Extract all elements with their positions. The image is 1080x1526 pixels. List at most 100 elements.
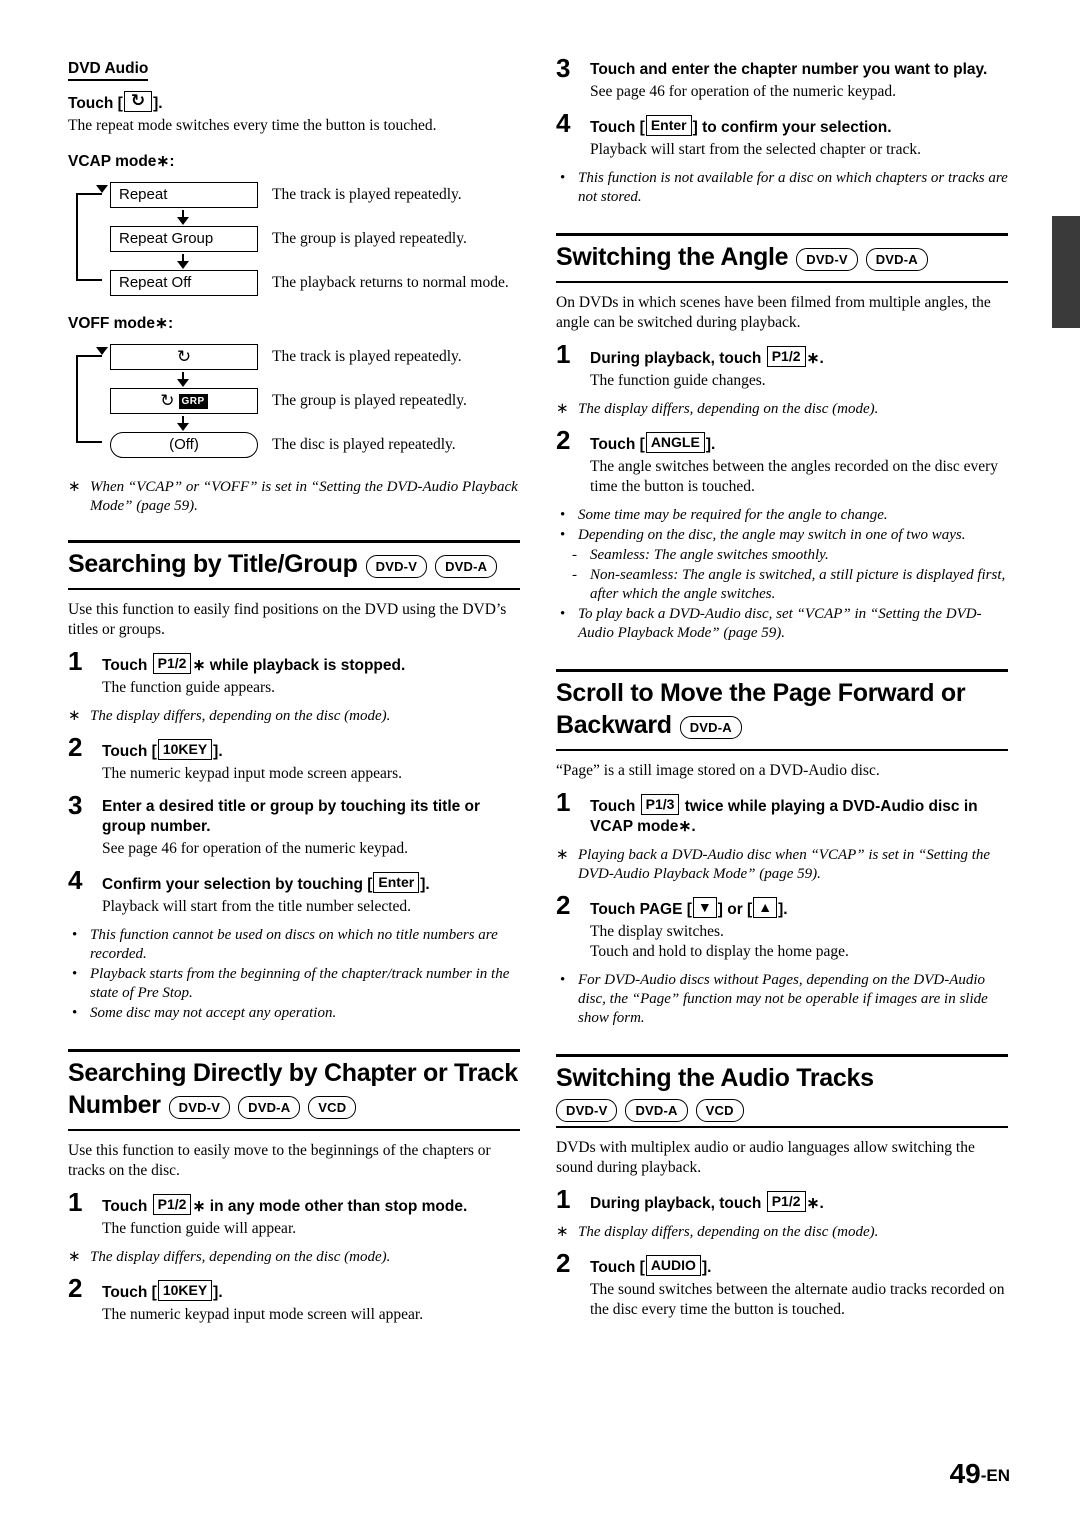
dvd-audio-heading: DVD Audio bbox=[68, 60, 149, 81]
step-2-scroll: 2 Touch PAGE [▼] or [▲]. The display swi… bbox=[556, 892, 1008, 962]
step-1-angle: 1 During playback, touch P1/2 ∗. The func… bbox=[556, 341, 1008, 391]
dash-mark: - bbox=[572, 567, 577, 583]
step-title-part-a: Touch PAGE [ bbox=[590, 901, 692, 918]
folio-number: 49 bbox=[949, 1458, 981, 1489]
key-p1-2[interactable]: P1/2 bbox=[152, 1194, 192, 1215]
voff-desc-off: The disc is played repeatedly. bbox=[272, 436, 456, 453]
badge-dvd-v: DVD-V bbox=[556, 1099, 618, 1122]
step-number: 4 bbox=[68, 865, 83, 895]
step-title-part-a: Touch [ bbox=[590, 1259, 645, 1276]
step-title: During playback, touch P1/2 ∗. bbox=[590, 1191, 1008, 1214]
step-1-title-group: 1 Touch P1/2 ∗ while playback is stopped.… bbox=[68, 648, 520, 698]
bullet-item: • Playback starts from the beginning of t… bbox=[68, 965, 520, 1003]
page-up-icon[interactable]: ▲ bbox=[753, 897, 778, 918]
vcap-mode-label: VCAP mode∗: bbox=[68, 153, 175, 170]
key-10key[interactable]: 10KEY bbox=[157, 739, 213, 760]
step-title: Touch P1/2 ∗ while playback is stopped. bbox=[102, 653, 520, 676]
left-column: DVD Audio Touch [↻]. The repeat mode swi… bbox=[68, 60, 520, 1325]
badge-vcd: VCD bbox=[695, 1099, 744, 1122]
step-4-title-group: 4 Confirm your selection by touching [En… bbox=[68, 867, 520, 917]
bullet-text: Depending on the disc, the angle may swi… bbox=[578, 527, 966, 543]
searching-chapter-intro: Use this function to easily move to the … bbox=[68, 1142, 491, 1179]
step-title: Touch [Enter] to confirm your selection. bbox=[590, 115, 1008, 138]
vcap-box-repeat-group: Repeat Group bbox=[110, 226, 258, 252]
step-title-part-a: Touch [ bbox=[590, 119, 645, 136]
vcap-desc-repeat-off: The playback returns to normal mode. bbox=[272, 274, 509, 291]
step-body-line2: Touch and hold to display the home page. bbox=[590, 943, 849, 960]
step-body: The function guide appears. bbox=[102, 679, 276, 696]
step-title: During playback, touch P1/2 ∗. bbox=[590, 346, 1008, 369]
step-title-part-b: ] to confirm your selection. bbox=[692, 119, 892, 136]
searching-chapter-heading-line1: Searching Directly by Chapter or Track bbox=[68, 1059, 518, 1087]
vcap-desc-repeat: The track is played repeatedly. bbox=[272, 186, 462, 203]
badge-dvd-v: DVD-V bbox=[168, 1096, 231, 1119]
key-p1-2[interactable]: P1/2 bbox=[152, 653, 192, 674]
voff-flow-diagram: ↻ The track is played repeatedly. ↻ GRP T… bbox=[68, 342, 520, 460]
step-2-title-group: 2 Touch [10KEY]. The numeric keypad inpu… bbox=[68, 734, 520, 784]
step-body: The numeric keypad input mode screen wil… bbox=[102, 1306, 424, 1323]
dvd-audio-footnote: ∗ When “VCAP” or “VOFF” is set in “Settin… bbox=[68, 478, 520, 516]
step-title-part-a: Touch [ bbox=[102, 743, 157, 760]
voff-box-repeat: ↻ bbox=[110, 344, 258, 370]
step-title-part-b: ∗. bbox=[806, 1195, 824, 1212]
bullet-text: Some time may be required for the angle … bbox=[578, 507, 888, 523]
badge-dvd-a: DVD-A bbox=[679, 716, 742, 739]
key-10key[interactable]: 10KEY bbox=[157, 1280, 213, 1301]
chapter-bullets: • This function is not available for a di… bbox=[556, 169, 1008, 207]
key-enter[interactable]: Enter bbox=[645, 115, 692, 136]
key-enter[interactable]: Enter bbox=[373, 872, 420, 893]
section-audio-tracks: Switching the Audio Tracks DVD-V DVD-A V… bbox=[556, 1054, 1008, 1128]
step-1-chapter-note: ∗ The display differs, depending on the d… bbox=[68, 1248, 520, 1267]
step-number: 2 bbox=[68, 1273, 83, 1303]
step-body: The function guide will appear. bbox=[102, 1220, 297, 1237]
note-star: ∗ bbox=[556, 847, 569, 863]
key-p1-3[interactable]: P1/3 bbox=[640, 794, 680, 815]
step-body: The function guide changes. bbox=[590, 372, 766, 389]
repeat-icon[interactable]: ↻ bbox=[123, 91, 153, 112]
key-p1-2[interactable]: P1/2 bbox=[766, 1191, 806, 1212]
bullet-item: • This function cannot be used on discs o… bbox=[68, 926, 520, 964]
bullet-item: • Depending on the disc, the angle may sw… bbox=[556, 526, 1008, 545]
step-title-part-a: Touch [ bbox=[102, 1284, 157, 1301]
title-group-bullets: • This function cannot be used on discs o… bbox=[68, 926, 520, 1023]
step-number: 1 bbox=[556, 1184, 571, 1214]
step-1-scroll-note: ∗ Playing back a DVD-Audio disc when “VCA… bbox=[556, 846, 1008, 884]
step-title: Touch PAGE [▼] or [▲]. bbox=[590, 897, 1008, 920]
vcap-loop-arrow bbox=[68, 180, 110, 298]
step-body: Playback will start from the title numbe… bbox=[102, 898, 412, 915]
step-body: See page 46 for operation of the numeric… bbox=[590, 83, 897, 100]
dash-mark: - bbox=[572, 547, 577, 563]
key-audio[interactable]: AUDIO bbox=[645, 1255, 701, 1276]
page-down-icon[interactable]: ▼ bbox=[692, 897, 717, 918]
scroll-intro: “Page” is a still image stored on a DVD-… bbox=[556, 762, 880, 779]
step-3-title-group: 3 Enter a desired title or group by touc… bbox=[68, 792, 520, 859]
note-text: The display differs, depending on the di… bbox=[90, 708, 391, 724]
step-number: 2 bbox=[68, 732, 83, 762]
voff-box-off: (Off) bbox=[110, 432, 258, 458]
bullet-mark: • bbox=[72, 1005, 78, 1021]
bullet-mark: • bbox=[560, 170, 566, 186]
vcap-flow-diagram: Repeat The track is played repeatedly. R… bbox=[68, 180, 520, 298]
scroll-heading-line2: Backward bbox=[556, 711, 672, 739]
footnote-text: When “VCAP” or “VOFF” is set in “Setting… bbox=[90, 479, 518, 514]
step-body: Playback will start from the selected ch… bbox=[590, 141, 921, 158]
section-searching-title-group: Searching by Title/Group DVD-V DVD-A bbox=[68, 540, 520, 590]
audio-tracks-heading: Switching the Audio Tracks bbox=[556, 1064, 874, 1092]
step-4-chapter-continued: 4 Touch [Enter] to confirm your selectio… bbox=[556, 110, 1008, 160]
step-number: 3 bbox=[68, 790, 83, 820]
right-column: 3 Touch and enter the chapter number you… bbox=[556, 55, 1008, 1320]
voff-mode-label: VOFF mode∗: bbox=[68, 315, 174, 332]
step-title: Enter a desired title or group by touchi… bbox=[102, 798, 481, 835]
bullet-text: This function is not available for a dis… bbox=[578, 170, 1008, 205]
badge-dvd-a: DVD-A bbox=[625, 1099, 688, 1122]
step-title: Touch [ANGLE]. bbox=[590, 432, 1008, 455]
key-angle[interactable]: ANGLE bbox=[645, 432, 705, 453]
step-number: 1 bbox=[68, 1187, 83, 1217]
touch-label-end: ]. bbox=[153, 95, 163, 112]
key-p1-2[interactable]: P1/2 bbox=[766, 346, 806, 367]
step-title-part-b: ]. bbox=[705, 436, 716, 453]
badge-dvd-a: DVD-A bbox=[238, 1096, 301, 1119]
step-title-part-a: Touch bbox=[590, 798, 640, 815]
touch-label: Touch [ bbox=[68, 95, 123, 112]
step-body: The numeric keypad input mode screen app… bbox=[102, 765, 402, 782]
